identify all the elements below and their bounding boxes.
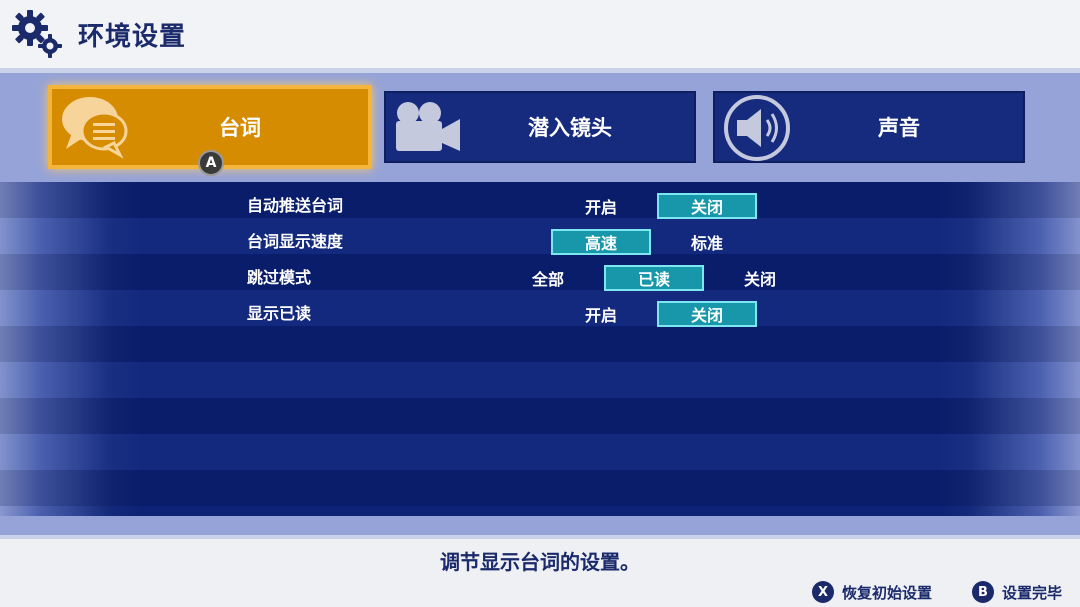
tab-stealth-camera-label: 潜入镜头 xyxy=(528,116,612,140)
footer-divider xyxy=(0,535,1080,539)
tab-dialogue-label: 台词 xyxy=(219,116,261,140)
reset-defaults-control[interactable]: X 恢复初始设置 xyxy=(812,580,932,604)
main-panel: 台词 A 潜入镜头 声音 自动推送台词 开启 关闭 台词显示速度 高速 标准 跳… xyxy=(0,73,1080,535)
tab-sound-label: 声音 xyxy=(878,116,920,140)
setting-text-speed[interactable]: 台词显示速度 高速 标准 xyxy=(0,224,1080,260)
option-normal[interactable]: 标准 xyxy=(657,229,757,255)
option-off[interactable]: 关闭 xyxy=(710,265,810,291)
b-button-icon: B xyxy=(972,581,994,603)
header-bar: 环境设置 xyxy=(0,0,1080,68)
setting-auto-advance[interactable]: 自动推送台词 开启 关闭 xyxy=(0,188,1080,224)
finish-settings-label: 设置完毕 xyxy=(1002,583,1063,602)
page-title: 环境设置 xyxy=(78,22,187,52)
option-off-selected[interactable]: 关闭 xyxy=(657,301,757,327)
setting-label: 台词显示速度 xyxy=(247,232,344,251)
a-button-badge: A xyxy=(198,150,224,176)
option-all[interactable]: 全部 xyxy=(498,265,598,291)
x-button-icon: X xyxy=(812,581,834,603)
option-off-selected[interactable]: 关闭 xyxy=(657,193,757,219)
help-text: 调节显示台词的设置。 xyxy=(440,550,640,574)
option-on[interactable]: 开启 xyxy=(551,193,651,219)
row-stripe xyxy=(0,434,1080,470)
row-stripe xyxy=(0,362,1080,398)
settings-list: 自动推送台词 开启 关闭 台词显示速度 高速 标准 跳过模式 全部 已读 关闭 … xyxy=(0,182,1080,516)
tab-sound[interactable]: 声音 xyxy=(713,91,1025,163)
setting-skip-mode[interactable]: 跳过模式 全部 已读 关闭 xyxy=(0,260,1080,296)
finish-settings-control[interactable]: B 设置完毕 xyxy=(972,580,1062,604)
option-on[interactable]: 开启 xyxy=(551,301,651,327)
setting-show-read[interactable]: 显示已读 开启 关闭 xyxy=(0,296,1080,332)
option-fast-selected[interactable]: 高速 xyxy=(551,229,651,255)
row-stripe xyxy=(0,398,1080,434)
reset-defaults-label: 恢复初始设置 xyxy=(842,583,933,602)
tab-stealth-camera[interactable]: 潜入镜头 xyxy=(384,91,696,163)
setting-label: 自动推送台词 xyxy=(247,196,344,215)
row-stripe xyxy=(0,470,1080,506)
option-read-selected[interactable]: 已读 xyxy=(604,265,704,291)
setting-label: 跳过模式 xyxy=(247,268,312,287)
gear-icon xyxy=(12,10,62,58)
setting-label: 显示已读 xyxy=(247,304,312,323)
